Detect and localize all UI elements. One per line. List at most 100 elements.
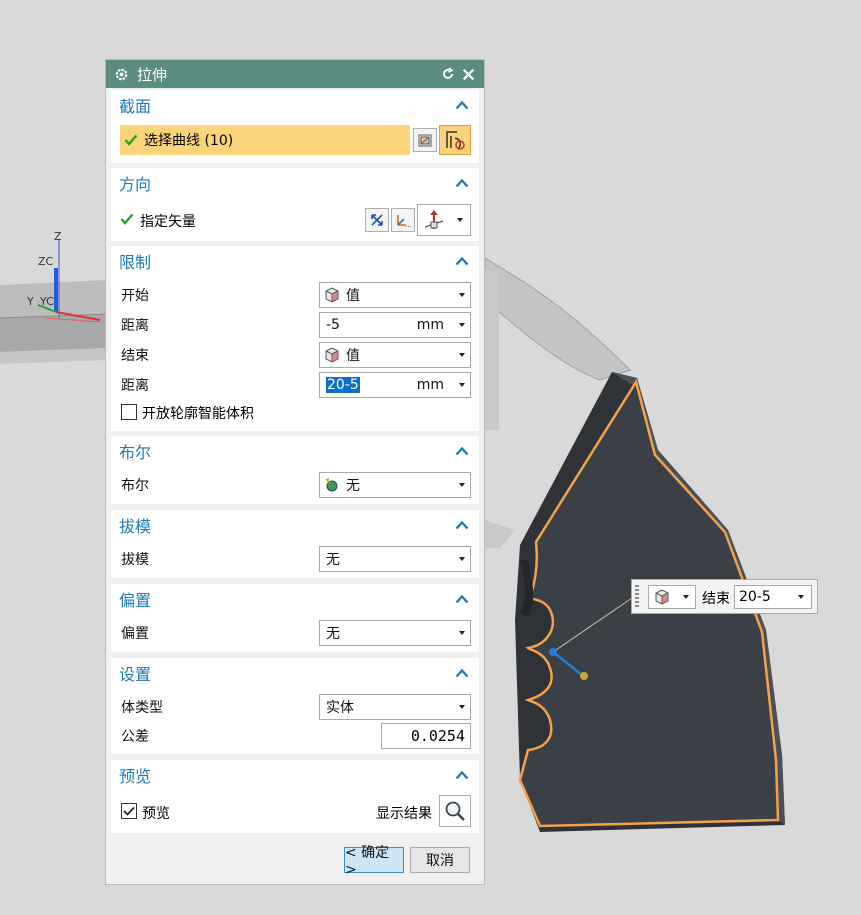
body-type-row: 体类型 实体: [111, 693, 479, 721]
cube-value-icon: [325, 287, 339, 303]
draft-dropdown[interactable]: 无: [319, 546, 471, 572]
boolean-section: 布尔 布尔 无: [111, 436, 479, 504]
start-label: 开始: [121, 288, 149, 304]
end-distance-label: 距离: [121, 378, 149, 394]
end-label: 结束: [121, 348, 149, 364]
grip-handle[interactable]: [635, 585, 639, 609]
dialog-title: 拉伸: [137, 65, 168, 84]
preview-section: 预览 预览 显示结果: [111, 760, 479, 833]
chevron-up-icon: [455, 446, 469, 456]
start-distance-row: 距离 -5 mm: [111, 311, 479, 339]
boolean-label: 布尔: [121, 478, 149, 494]
vector-dialog-button[interactable]: …: [391, 208, 415, 232]
limits-section: 限制 开始 值 距离 -5 mm 结束 值 距离 20-5 mm 开放轮廓智能体…: [111, 246, 479, 431]
extrude-dialog: 拉伸 截面 选择曲线 (10) 方向 指定矢量 … 限制 开始 值 距离 -5 …: [105, 59, 485, 885]
float-end-value-field[interactable]: 20-5: [734, 585, 812, 609]
tolerance-field[interactable]: 0.0254: [381, 723, 471, 749]
axis-zc-label: ZC: [38, 255, 54, 268]
collapse-boolean-button[interactable]: [453, 444, 471, 458]
end-distance-row: 距离 20-5 mm: [111, 371, 479, 399]
vector-dialog-icon: …: [397, 215, 412, 228]
chevron-up-icon: [455, 520, 469, 530]
section-header[interactable]: 截面: [111, 90, 479, 120]
draft-header[interactable]: 拔模: [111, 510, 479, 540]
collapse-limits-button[interactable]: [453, 254, 471, 268]
direction-header[interactable]: 方向: [111, 168, 479, 198]
reverse-direction-icon: [371, 214, 383, 226]
chevron-up-icon: [455, 256, 469, 266]
show-result-button[interactable]: [439, 795, 471, 827]
start-distance-value: -5: [326, 317, 340, 333]
reset-button[interactable]: [438, 64, 458, 84]
boolean-title: 布尔: [119, 443, 152, 462]
end-row: 结束 值: [111, 341, 479, 369]
float-end-type-dropdown[interactable]: [648, 585, 696, 609]
ok-button[interactable]: < 确定 >: [344, 845, 404, 878]
body-type-label: 体类型: [121, 700, 163, 716]
reverse-direction-button[interactable]: [365, 208, 389, 232]
chevron-up-icon: [455, 668, 469, 678]
settings-header[interactable]: 设置: [111, 658, 479, 688]
settings-title: 设置: [119, 665, 152, 684]
dialog-titlebar[interactable]: 拉伸: [106, 60, 484, 88]
float-end-toolbar: 结束 20-5: [631, 579, 818, 614]
select-curve-label: 选择曲线 (10): [144, 133, 234, 149]
chevron-up-icon: [455, 178, 469, 188]
chevron-up-icon: [455, 100, 469, 110]
start-distance-field[interactable]: -5 mm: [319, 312, 471, 338]
gear-icon: [115, 68, 128, 80]
start-distance-unit: mm: [416, 317, 444, 333]
float-end-value: 20-5: [739, 589, 771, 605]
vector-type-dropdown[interactable]: [417, 204, 471, 236]
cancel-button[interactable]: 取消: [410, 847, 470, 873]
end-type-dropdown[interactable]: 值: [319, 342, 471, 368]
limits-header[interactable]: 限制: [111, 246, 479, 276]
select-curve-row[interactable]: 选择曲线 (10): [120, 125, 410, 155]
collapse-section-button[interactable]: [453, 98, 471, 112]
offset-dropdown[interactable]: 无: [319, 620, 471, 646]
offset-section: 偏置 偏置 无: [111, 584, 479, 652]
draft-section: 拔模 拔模 无: [111, 510, 479, 578]
preview-header[interactable]: 预览: [111, 760, 479, 790]
axis-z-label: Z: [54, 230, 62, 243]
offset-header[interactable]: 偏置: [111, 584, 479, 614]
end-distance-field[interactable]: 20-5 mm: [319, 372, 471, 398]
specify-vector-label: 指定矢量: [140, 214, 196, 230]
check-icon: [120, 213, 134, 225]
show-result-label: 显示结果: [376, 806, 432, 822]
start-type-value: 值: [346, 288, 360, 304]
draft-value: 无: [326, 552, 340, 568]
cube-value-icon: [655, 589, 669, 605]
end-distance-value: 20-5: [326, 377, 360, 393]
preview-label: 预览: [142, 806, 170, 822]
offset-value: 无: [326, 626, 340, 642]
magnifier-icon: [445, 801, 465, 821]
close-icon: [462, 68, 474, 80]
start-type-dropdown[interactable]: 值: [319, 282, 471, 308]
boolean-none-icon: [325, 478, 338, 492]
sketch-icon: [418, 134, 432, 147]
open-profile-label: 开放轮廓智能体积: [142, 406, 254, 422]
boolean-header[interactable]: 布尔: [111, 436, 479, 466]
collapse-draft-button[interactable]: [453, 518, 471, 532]
collapse-direction-button[interactable]: [453, 176, 471, 190]
draft-title: 拔模: [119, 517, 152, 536]
collapse-preview-button[interactable]: [453, 768, 471, 782]
preview-title: 预览: [119, 767, 152, 786]
close-button[interactable]: [458, 64, 478, 84]
collapse-offset-button[interactable]: [453, 592, 471, 606]
ok-label: < 确定 >: [345, 845, 390, 878]
preview-checkbox[interactable]: [121, 803, 137, 819]
direction-title: 方向: [119, 175, 152, 194]
body-type-dropdown[interactable]: 实体: [319, 694, 471, 720]
boolean-dropdown[interactable]: 无: [319, 472, 471, 498]
float-end-label: 结束: [702, 591, 730, 607]
curve-select-button[interactable]: [439, 125, 471, 155]
boolean-value: 无: [346, 478, 360, 494]
chevron-up-icon: [455, 594, 469, 604]
collapse-settings-button[interactable]: [453, 666, 471, 680]
tolerance-label: 公差: [121, 729, 149, 745]
open-profile-checkbox[interactable]: [121, 404, 137, 420]
sketch-section-button[interactable]: [413, 128, 437, 152]
end-distance-unit: mm: [416, 377, 444, 393]
